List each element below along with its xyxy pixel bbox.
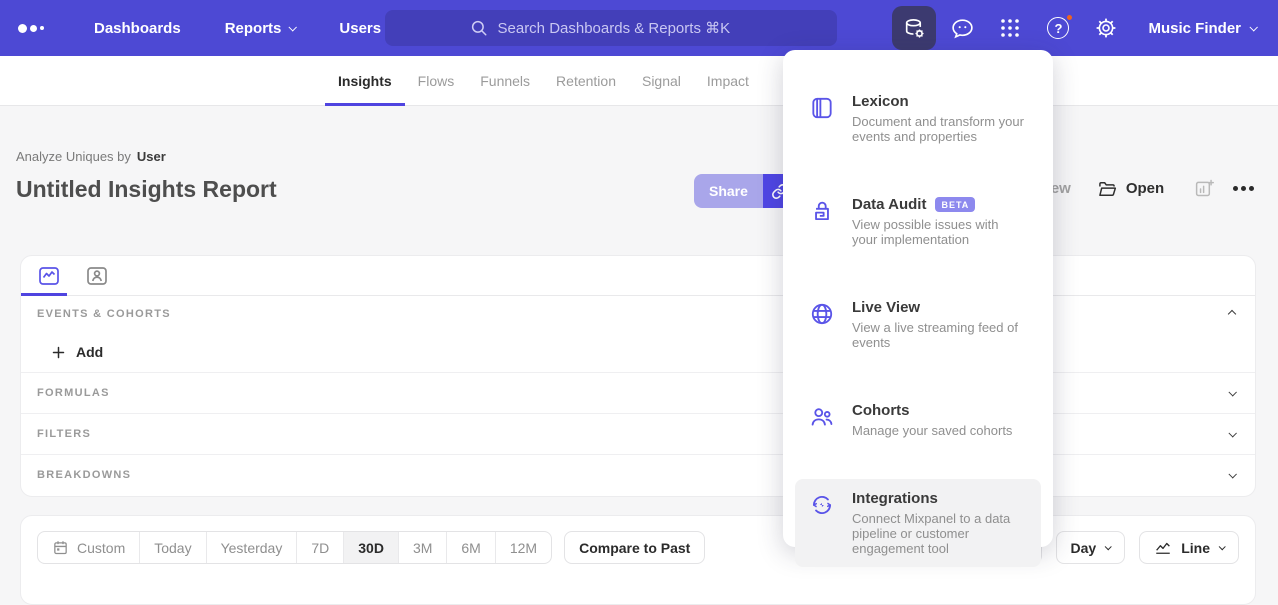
metrics-tab[interactable] [36, 263, 62, 289]
tab-funnels[interactable]: Funnels [467, 56, 543, 105]
top-navigation: Dashboards Reports Users [0, 0, 1278, 56]
add-event-button[interactable]: Add [21, 332, 1255, 372]
folder-icon [1097, 179, 1117, 199]
menu-item-desc: Connect Mixpanel to a data pipeline or c… [852, 511, 1024, 556]
calendar-icon [52, 539, 69, 556]
search-input[interactable] [498, 20, 753, 37]
feedback-button[interactable] [940, 6, 984, 50]
beta-badge: BETA [935, 197, 975, 212]
tab-signal[interactable]: Signal [629, 56, 694, 105]
chart-type-dropdown[interactable]: Line [1139, 531, 1239, 564]
date-range-segmented-control: Custom Today Yesterday 7D 30D 3M 6M 12M [37, 531, 552, 564]
tab-flows[interactable]: Flows [405, 56, 468, 105]
menu-item-cohorts[interactable]: Cohorts Manage your saved cohorts [795, 391, 1041, 449]
chevron-up-icon [1228, 310, 1236, 318]
chevron-down-icon [1228, 470, 1236, 478]
add-to-dashboard-button[interactable] [1194, 178, 1231, 199]
chart-toolbar: Custom Today Yesterday 7D 30D 3M 6M 12M … [20, 515, 1256, 605]
profiles-tab[interactable] [84, 263, 110, 289]
gear-icon [1094, 16, 1118, 40]
apps-grid-button[interactable] [988, 6, 1032, 50]
menu-item-live-view[interactable]: Live View View a live streaming feed of … [795, 288, 1041, 361]
menu-item-desc: View possible issues with your implement… [852, 217, 1024, 247]
sync-arrows-icon [809, 490, 835, 556]
menu-item-integrations[interactable]: Integrations Connect Mixpanel to a data … [795, 479, 1041, 567]
dot-grid-icon [998, 16, 1022, 40]
range-6m[interactable]: 6M [446, 532, 494, 563]
tab-insights[interactable]: Insights [325, 56, 405, 105]
settings-button[interactable] [1084, 6, 1128, 50]
chat-smiley-icon [950, 16, 975, 41]
mixpanel-logo-icon[interactable] [18, 24, 44, 33]
compare-to-past-button[interactable]: Compare to Past [564, 531, 705, 564]
book-icon [809, 93, 835, 144]
chevron-down-icon [1219, 543, 1226, 550]
menu-item-desc: Document and transform your events and p… [852, 114, 1024, 144]
section-filters[interactable]: FILTERS [21, 413, 1255, 454]
line-chart-square-icon [37, 264, 61, 288]
analyze-by-row: Analyze Uniques by User [16, 149, 166, 164]
menu-item-data-audit[interactable]: Data Audit BETA View possible issues wit… [795, 185, 1041, 258]
section-events-cohorts[interactable]: EVENTS & COHORTS [21, 296, 1255, 332]
help-button[interactable]: ? [1036, 6, 1080, 50]
open-report-button[interactable]: Open [1097, 179, 1194, 199]
analyze-entity-selector[interactable]: User [137, 149, 166, 164]
plus-icon [51, 345, 66, 360]
menu-item-title: Cohorts [852, 402, 910, 419]
interval-dropdown[interactable]: Day [1056, 531, 1126, 564]
globe-icon [809, 299, 835, 350]
tab-retention[interactable]: Retention [543, 56, 629, 105]
analyze-prefix: Analyze Uniques by [16, 149, 131, 164]
menu-item-title: Live View [852, 299, 920, 316]
nav-dashboards[interactable]: Dashboards [72, 0, 203, 56]
notification-dot [1065, 13, 1074, 22]
person-square-icon [85, 264, 109, 288]
range-7d[interactable]: 7D [296, 532, 343, 563]
chevron-down-icon [1228, 429, 1236, 437]
two-users-icon [809, 402, 835, 438]
active-tab-underline [21, 293, 67, 296]
menu-item-title: Integrations [852, 490, 938, 507]
project-switcher[interactable]: Music Finder [1132, 20, 1266, 37]
report-tabs: Insights Flows Funnels Retention Signal … [0, 56, 1278, 106]
menu-item-title: Lexicon [852, 93, 909, 110]
chevron-down-icon [1249, 23, 1257, 31]
range-3m[interactable]: 3M [398, 532, 446, 563]
section-formulas[interactable]: FORMULAS [21, 372, 1255, 413]
search-icon [470, 19, 488, 37]
menu-item-desc: Manage your saved cohorts [852, 423, 1012, 438]
chart-plus-icon [1194, 178, 1215, 199]
database-gear-icon [902, 16, 927, 41]
global-search[interactable] [385, 10, 837, 46]
nav-reports[interactable]: Reports [203, 0, 318, 56]
range-today[interactable]: Today [139, 532, 205, 563]
tab-impact[interactable]: Impact [694, 56, 762, 105]
chevron-down-icon [1105, 543, 1112, 550]
range-custom[interactable]: Custom [38, 532, 139, 563]
share-button[interactable]: Share [694, 174, 763, 208]
chevron-down-icon [1228, 388, 1236, 396]
range-30d[interactable]: 30D [343, 532, 398, 563]
menu-item-desc: View a live streaming feed of events [852, 320, 1024, 350]
query-builder-panel: EVENTS & COHORTS Add FORMULAS FILTERS BR… [20, 255, 1256, 497]
chevron-down-icon [289, 23, 297, 31]
project-name: Music Finder [1148, 20, 1241, 37]
page-title[interactable]: Untitled Insights Report [16, 176, 277, 203]
data-management-menu: Lexicon Document and transform your even… [783, 50, 1053, 547]
menu-item-title: Data Audit [852, 196, 926, 213]
spiral-lock-icon [809, 196, 835, 247]
range-yesterday[interactable]: Yesterday [206, 532, 297, 563]
section-breakdowns[interactable]: BREAKDOWNS [21, 454, 1255, 495]
data-management-button[interactable] [892, 6, 936, 50]
menu-item-lexicon[interactable]: Lexicon Document and transform your even… [795, 82, 1041, 155]
more-options-button[interactable] [1231, 180, 1256, 197]
range-12m[interactable]: 12M [495, 532, 551, 563]
line-chart-icon [1154, 539, 1172, 557]
